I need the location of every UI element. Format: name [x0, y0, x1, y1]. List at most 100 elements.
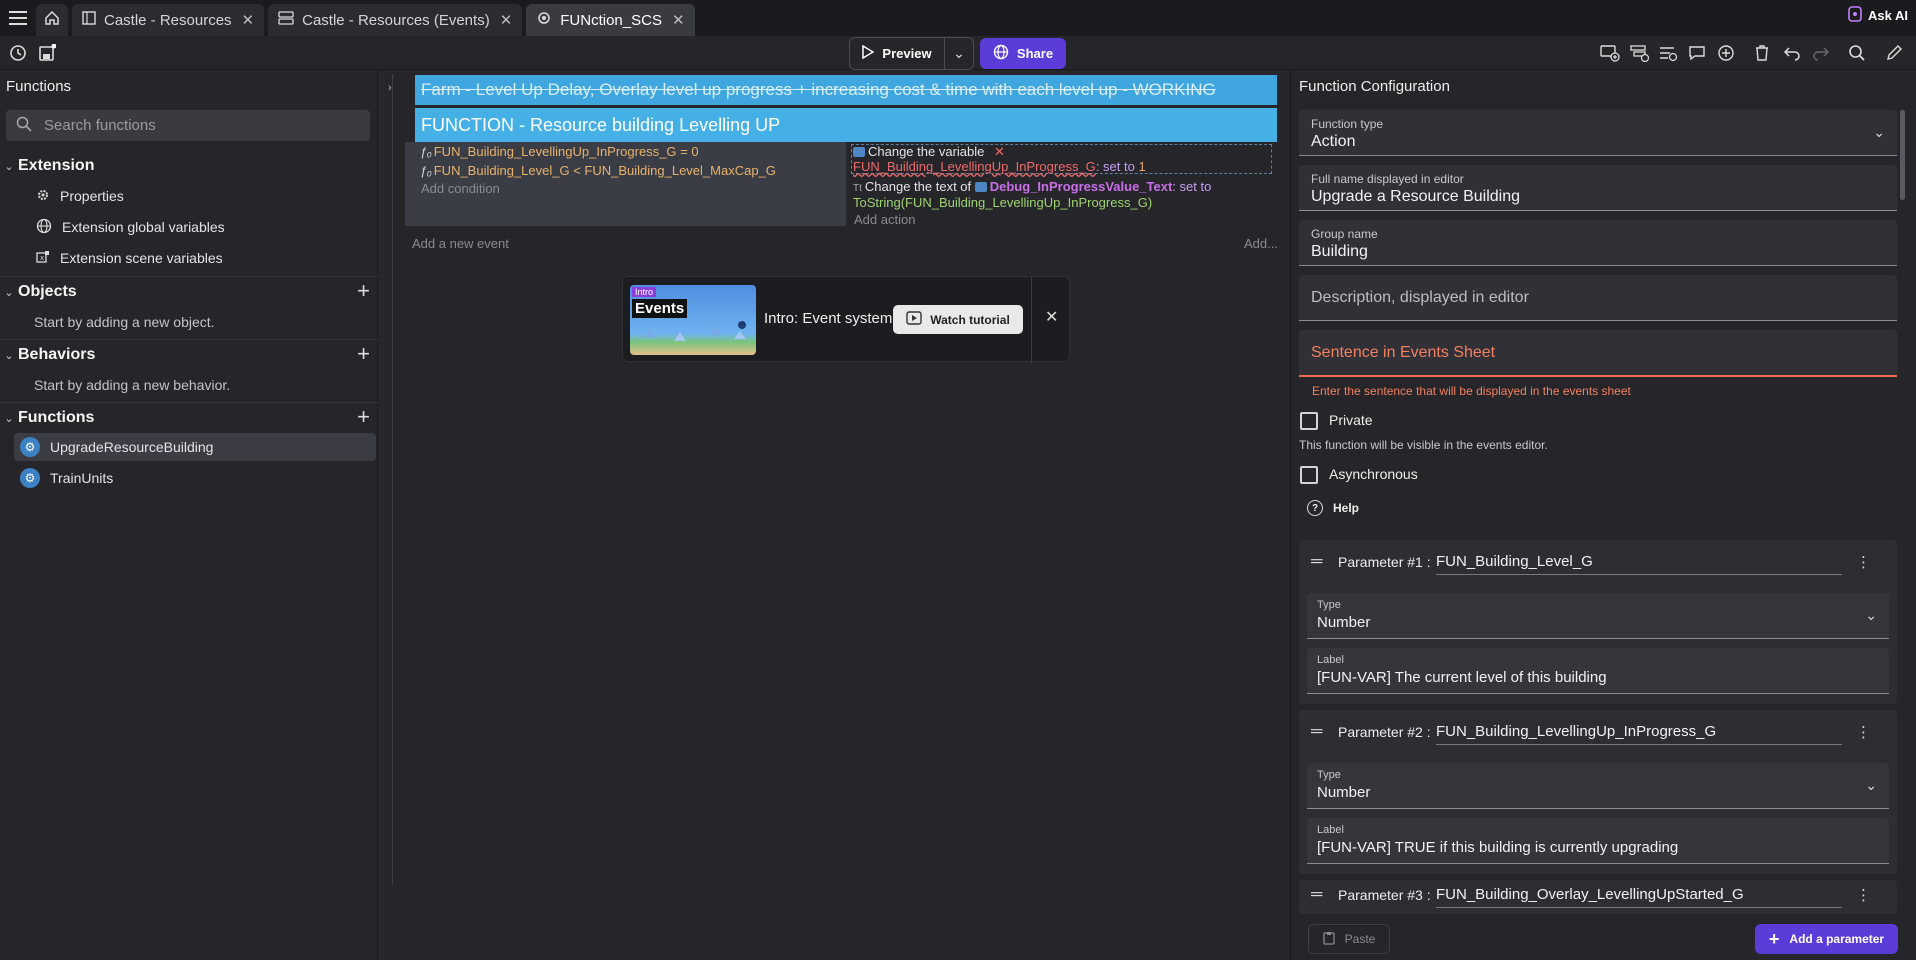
- behaviors-section-header[interactable]: ⌄ Behaviors +: [0, 342, 378, 368]
- close-icon[interactable]: ✕: [500, 11, 513, 29]
- tab-castle-resources-events[interactable]: Castle - Resources (Events) ✕: [268, 4, 523, 36]
- add-comment-icon[interactable]: [1687, 43, 1707, 63]
- events-icon: [278, 11, 294, 29]
- add-group-icon[interactable]: [1658, 43, 1678, 63]
- watch-tutorial-button[interactable]: Watch tutorial: [893, 305, 1023, 334]
- thumbnail-label: Events: [632, 299, 688, 318]
- full-name-field[interactable]: Full name displayed in editor Upgrade a …: [1299, 165, 1897, 211]
- parameter-number: Parameter #2 :: [1338, 724, 1431, 740]
- section-title: Functions: [18, 409, 95, 426]
- event-group[interactable]: FUNCTION - Resource building Levelling U…: [415, 108, 1277, 142]
- add-more-icon[interactable]: [1716, 43, 1736, 63]
- item-label: Extension scene variables: [60, 250, 223, 266]
- function-item-upgraderesourcebuilding[interactable]: ⚙ UpgradeResourceBuilding: [14, 433, 376, 461]
- action-2-body[interactable]: ToString(FUN_Building_LevellingUp_InProg…: [853, 195, 1152, 210]
- objects-hint: Start by adding a new object.: [34, 314, 215, 330]
- undo-icon[interactable]: [1782, 43, 1802, 63]
- add-behavior-icon[interactable]: +: [357, 343, 370, 365]
- parameter-name-input[interactable]: FUN_Building_Level_G: [1436, 551, 1842, 575]
- search-icon[interactable]: [1847, 43, 1867, 63]
- panel-title: Functions: [6, 78, 72, 95]
- add-parameter-button[interactable]: + Add a parameter: [1755, 924, 1898, 954]
- tab-label: Castle - Resources (Events): [302, 11, 490, 29]
- parameter-name-input[interactable]: FUN_Building_Overlay_LevellingUpStarted_…: [1436, 884, 1842, 908]
- toolbar: Preview ⌄ Share: [0, 36, 1916, 70]
- functions-section-header[interactable]: ⌄ Functions +: [0, 405, 378, 431]
- condition-2[interactable]: ƒ₀ FUN_Building_Level_G < FUN_Building_Le…: [420, 163, 776, 178]
- share-button[interactable]: Share: [980, 38, 1066, 69]
- tab-function-scs[interactable]: FUNction_SCS ✕: [526, 4, 695, 36]
- field-label: Type: [1317, 769, 1341, 781]
- more-options-icon[interactable]: ⋮: [1856, 723, 1871, 741]
- delete-icon[interactable]: [1752, 43, 1772, 63]
- drag-handle-icon[interactable]: ═: [1311, 886, 1322, 904]
- function-type-select[interactable]: Function type Action ⌄: [1299, 110, 1897, 156]
- field-label: Label: [1317, 654, 1344, 666]
- extension-section-header[interactable]: ⌄ Extension: [0, 153, 378, 179]
- close-icon[interactable]: ✕: [242, 11, 255, 29]
- ask-ai-button[interactable]: Ask AI: [1848, 6, 1908, 25]
- extension-item-global-variables[interactable]: Extension global variables: [14, 213, 376, 241]
- condition-1[interactable]: ƒ₀ FUN_Building_LevellingUp_InProgress_G …: [420, 144, 699, 159]
- parameter-card: ═ Parameter #2 : FUN_Building_LevellingU…: [1299, 710, 1897, 874]
- redo-icon[interactable]: [1811, 43, 1831, 63]
- collapse-arrow-icon[interactable]: ›: [388, 82, 392, 94]
- close-icon[interactable]: ✕: [672, 11, 685, 29]
- drag-handle-icon[interactable]: ═: [1311, 723, 1322, 741]
- action-1-body[interactable]: FUN_Building_LevellingUp_InProgress_G: s…: [853, 159, 1146, 174]
- add-function-icon[interactable]: +: [357, 406, 370, 428]
- parameter-type-select[interactable]: Type Number ⌄: [1307, 593, 1889, 639]
- tutorial-thumbnail[interactable]: Intro Events: [630, 285, 756, 355]
- search-box[interactable]: [6, 110, 370, 141]
- action-2-title[interactable]: Tt Change the text of Debug_InProgressVal…: [853, 179, 1211, 194]
- edit-settings-icon[interactable]: [1884, 43, 1904, 63]
- more-options-icon[interactable]: ⋮: [1856, 553, 1871, 571]
- add-event-icon[interactable]: [1600, 43, 1620, 63]
- description-field[interactable]: Description, displayed in editor: [1299, 275, 1897, 321]
- event-comment[interactable]: Farm - Level Up Delay, Overlay level up …: [415, 75, 1277, 105]
- parameter-label-field[interactable]: Label [FUN-VAR] The current level of thi…: [1307, 648, 1889, 694]
- private-checkbox[interactable]: [1300, 412, 1318, 430]
- field-label: Label: [1317, 824, 1344, 836]
- scrollbar[interactable]: [1900, 110, 1905, 200]
- parameter-label-field[interactable]: Label [FUN-VAR] TRUE if this building is…: [1307, 818, 1889, 864]
- search-icon: [16, 116, 32, 135]
- menu-icon[interactable]: [0, 0, 36, 36]
- help-link[interactable]: ? Help: [1307, 500, 1359, 516]
- close-icon[interactable]: ✕: [1045, 307, 1058, 327]
- add-new-event-link[interactable]: Add a new event: [412, 236, 509, 251]
- objects-section-header[interactable]: ⌄ Objects +: [0, 279, 378, 305]
- more-options-icon[interactable]: ⋮: [1856, 886, 1871, 904]
- action-object: Debug_InProgressValue_Text: [989, 179, 1173, 194]
- private-hint: This function will be visible in the eve…: [1299, 438, 1548, 452]
- tab-castle-resources[interactable]: Castle - Resources ✕: [72, 4, 265, 36]
- drag-handle-icon[interactable]: ═: [1311, 553, 1322, 571]
- sentence-field[interactable]: Sentence in Events Sheet: [1299, 330, 1897, 377]
- field-value: Action: [1311, 133, 1356, 150]
- home-tab[interactable]: [36, 4, 68, 36]
- action-1-title[interactable]: Change the variable ✕: [853, 144, 1005, 160]
- function-item-trainunits[interactable]: ⚙ TrainUnits: [14, 464, 376, 492]
- save-icon[interactable]: [37, 43, 57, 63]
- action-text: Change the variable: [868, 144, 985, 159]
- add-subevent-icon[interactable]: [1630, 43, 1650, 63]
- extension-item-properties[interactable]: Properties: [14, 182, 376, 210]
- thumbnail-art: [644, 321, 746, 341]
- extension-item-scene-variables[interactable]: x Extension scene variables: [14, 244, 376, 272]
- add-action-link[interactable]: Add action: [854, 212, 915, 227]
- asynchronous-checkbox[interactable]: [1300, 466, 1318, 484]
- play-icon: [862, 44, 875, 62]
- preview-button[interactable]: Preview: [849, 37, 945, 70]
- svg-text:x: x: [40, 254, 44, 262]
- add-more-link[interactable]: Add...: [1244, 236, 1278, 251]
- parameter-type-select[interactable]: Type Number ⌄: [1307, 763, 1889, 809]
- search-input[interactable]: [44, 117, 344, 134]
- paste-button[interactable]: Paste: [1308, 924, 1390, 954]
- add-condition-link[interactable]: Add condition: [421, 181, 500, 196]
- preview-dropdown-button[interactable]: ⌄: [944, 37, 974, 70]
- history-icon[interactable]: [8, 43, 28, 63]
- field-value: [FUN-VAR] The current level of this buil…: [1317, 669, 1607, 686]
- add-object-icon[interactable]: +: [357, 280, 370, 302]
- group-name-field[interactable]: Group name Building: [1299, 220, 1897, 266]
- parameter-name-input[interactable]: FUN_Building_LevellingUp_InProgress_G: [1436, 721, 1842, 745]
